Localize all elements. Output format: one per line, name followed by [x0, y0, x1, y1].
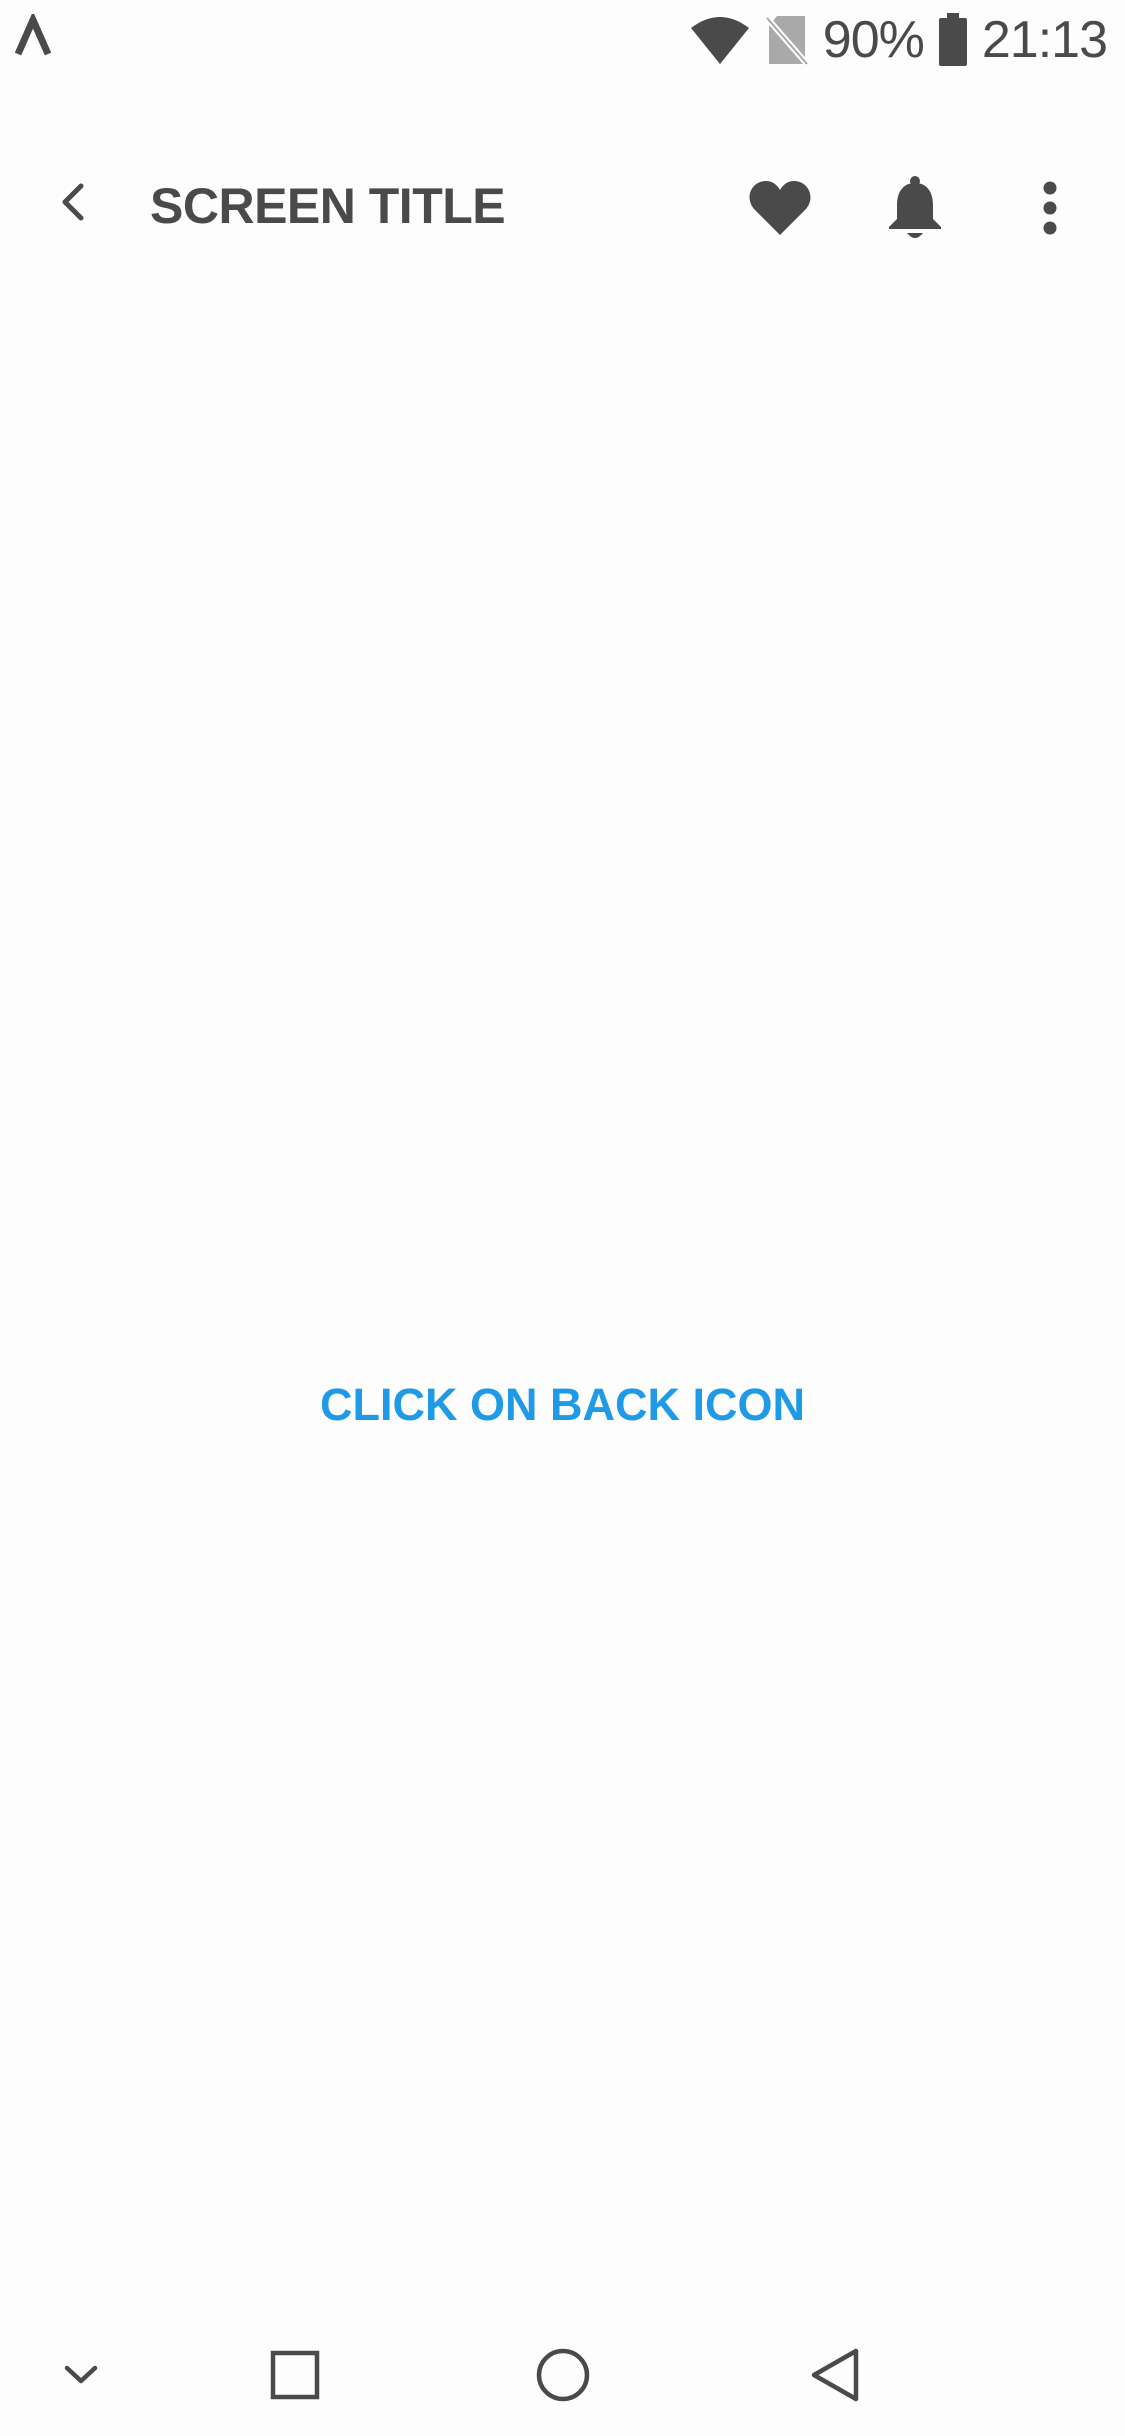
- status-indicators: 90% 21:13: [689, 10, 1108, 70]
- notifications-button[interactable]: [875, 168, 955, 248]
- favorite-button[interactable]: [740, 168, 820, 248]
- click-on-back-icon-link[interactable]: CLICK ON BACK ICON: [0, 1370, 1125, 1440]
- arrow-notification-icon: [14, 14, 52, 56]
- clock-time: 21:13: [981, 11, 1108, 69]
- hide-nav-button[interactable]: [36, 2330, 126, 2420]
- overflow-menu-button[interactable]: [1010, 168, 1090, 248]
- no-sim-icon: [764, 16, 809, 66]
- battery-percent: 90%: [822, 11, 925, 69]
- status-bar: 90% 21:13: [0, 0, 1125, 84]
- chevron-left-icon: [62, 183, 84, 221]
- recents-button[interactable]: [250, 2330, 340, 2420]
- wifi-icon: [690, 17, 749, 64]
- battery-icon: [938, 13, 967, 66]
- app-bar: SCREEN TITLE: [0, 140, 1125, 280]
- recents-square-icon: [270, 2350, 320, 2400]
- page-title: SCREEN TITLE: [150, 178, 506, 234]
- hide-chevron-icon: [64, 2365, 98, 2384]
- home-button[interactable]: [518, 2330, 608, 2420]
- more-vertical-icon: [1043, 181, 1057, 235]
- back-button[interactable]: [40, 170, 104, 234]
- home-circle-icon: [536, 2348, 590, 2402]
- system-navigation-bar: [0, 2310, 1125, 2436]
- system-back-button[interactable]: [790, 2330, 880, 2420]
- screen: 90% 21:13 SCREEN TITLE CLICK ON BACK ICO…: [0, 0, 1125, 2436]
- back-triangle-icon: [811, 2348, 859, 2402]
- bell-icon: [889, 176, 941, 238]
- heart-icon: [749, 181, 811, 235]
